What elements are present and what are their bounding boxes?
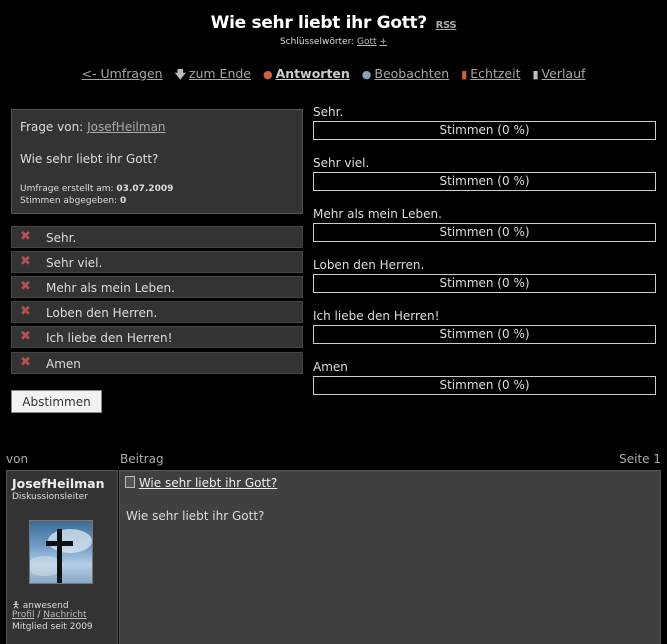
poll-option[interactable]: ✖ Sehr.	[11, 226, 303, 248]
keywords-line: Schlüsselwörter: Gott +	[0, 37, 667, 47]
member-since: Mitglied seit 2009	[12, 622, 93, 632]
page-title: Wie sehr liebt ihr Gott? RSS	[0, 13, 667, 33]
reply-link[interactable]: Antworten	[276, 66, 350, 81]
col-post: Beitrag	[120, 452, 164, 466]
history-link[interactable]: Verlauf	[542, 66, 586, 81]
back-to-polls-link[interactable]: <- Umfragen	[82, 66, 163, 81]
avatar[interactable]	[29, 520, 93, 584]
watch-link[interactable]: Beobachten	[374, 66, 449, 81]
thread-nav: <- Umfragen 🡇 zum Ende ● Antworten ● Beobac…	[0, 66, 667, 85]
poll-info-box: Frage von: JosefHeilman Wie sehr liebt i…	[11, 109, 303, 214]
votes-label: Stimmen abgegeben:	[20, 196, 118, 206]
result-item: Sehr. Stimmen (0 %)	[313, 105, 656, 140]
votes-count: 0	[119, 196, 127, 206]
poll-title: Wie sehr liebt ihr Gott?	[210, 13, 428, 33]
question-author-link[interactable]: JosefHeilman	[87, 120, 165, 134]
option-marker-icon: ✖	[20, 229, 31, 244]
poll-option[interactable]: ✖ Ich liebe den Herren!	[11, 326, 303, 348]
cross-avatar-image	[30, 529, 92, 583]
arrow-down-icon: 🡇	[174, 68, 186, 81]
post-body: Wie sehr liebt ihr Gott?	[126, 509, 265, 523]
history-icon: ▮	[532, 68, 539, 81]
option-marker-icon: ✖	[20, 355, 31, 370]
result-bar: Stimmen (0 %)	[313, 325, 656, 344]
post-title-link[interactable]: Wie sehr liebt ihr Gott?	[139, 476, 277, 490]
result-item: Sehr viel. Stimmen (0 %)	[313, 156, 656, 191]
links-separator: /	[37, 610, 41, 620]
poll-option[interactable]: ✖ Sehr viel.	[11, 251, 303, 273]
option-marker-icon: ✖	[20, 279, 31, 294]
result-item: Amen Stimmen (0 %)	[313, 360, 656, 395]
created-date: 03.07.2009	[116, 184, 174, 194]
result-bar: Stimmen (0 %)	[313, 376, 656, 395]
poll-option[interactable]: ✖ Loben den Herren.	[11, 301, 303, 323]
result-item: Loben den Herren. Stimmen (0 %)	[313, 258, 656, 293]
result-bar: Stimmen (0 %)	[313, 223, 656, 242]
poll-option[interactable]: ✖ Mehr als mein Leben.	[11, 276, 303, 298]
document-icon	[125, 476, 135, 488]
result-item: Mehr als mein Leben. Stimmen (0 %)	[313, 207, 656, 242]
profile-link[interactable]: Profil	[12, 610, 34, 620]
result-label: Ich liebe den Herren!	[313, 309, 440, 323]
result-item: Ich liebe den Herren! Stimmen (0 %)	[313, 309, 656, 344]
rss-link[interactable]: RSS	[436, 20, 457, 31]
author-links: Profil / Nachricht	[12, 610, 87, 620]
result-bar: Stimmen (0 %)	[313, 172, 656, 191]
realtime-icon: ▮	[461, 68, 468, 81]
option-label: Mehr als mein Leben.	[46, 281, 175, 295]
col-from: von	[6, 452, 29, 466]
result-bar: Stimmen (0 %)	[313, 274, 656, 293]
result-label: Amen	[313, 360, 348, 374]
thread-header: von Beitrag Seite 1	[0, 452, 667, 468]
author-panel: JosefHeilman Diskussionsleiter 🯅 anwesen…	[6, 470, 118, 644]
message-link[interactable]: Nachricht	[43, 610, 86, 620]
from-label: Frage von:	[20, 120, 84, 134]
question-author-line: Frage von: JosefHeilman	[20, 120, 166, 134]
to-end-link[interactable]: zum Ende	[189, 66, 251, 81]
watch-icon: ●	[361, 68, 372, 81]
option-marker-icon: ✖	[20, 254, 31, 269]
option-marker-icon: ✖	[20, 304, 31, 319]
post-panel: Wie sehr liebt ihr Gott? Wie sehr liebt …	[119, 470, 661, 644]
option-label: Sehr.	[46, 231, 77, 245]
keywords-label: Schlüsselwörter:	[279, 37, 355, 47]
result-label: Mehr als mein Leben.	[313, 207, 442, 221]
realtime-link[interactable]: Echtzeit	[470, 66, 520, 81]
result-label: Sehr viel.	[313, 156, 370, 170]
option-label: Loben den Herren.	[46, 306, 158, 320]
page-indicator: Seite 1	[619, 452, 661, 466]
add-keyword-link[interactable]: +	[379, 37, 387, 47]
question-text: Wie sehr liebt ihr Gott?	[20, 152, 159, 166]
option-label: Amen	[46, 357, 81, 371]
option-label: Sehr viel.	[46, 256, 103, 270]
option-label: Ich liebe den Herren!	[46, 331, 173, 345]
poll-meta: Umfrage erstellt am: 03.07.2009 Stimmen …	[20, 183, 173, 207]
vote-button[interactable]: Abstimmen	[11, 390, 102, 413]
created-label: Umfrage erstellt am:	[20, 184, 114, 194]
result-bar: Stimmen (0 %)	[313, 121, 656, 140]
author-name[interactable]: JosefHeilman	[12, 476, 104, 491]
reply-icon: ●	[262, 68, 273, 81]
result-label: Sehr.	[313, 105, 344, 119]
keyword-link[interactable]: Gott	[357, 37, 377, 47]
author-role: Diskussionsleiter	[12, 492, 88, 502]
poll-option[interactable]: ✖ Amen	[11, 352, 303, 374]
post-title-line: Wie sehr liebt ihr Gott?	[125, 476, 277, 490]
option-marker-icon: ✖	[20, 329, 31, 344]
result-label: Loben den Herren.	[313, 258, 425, 272]
